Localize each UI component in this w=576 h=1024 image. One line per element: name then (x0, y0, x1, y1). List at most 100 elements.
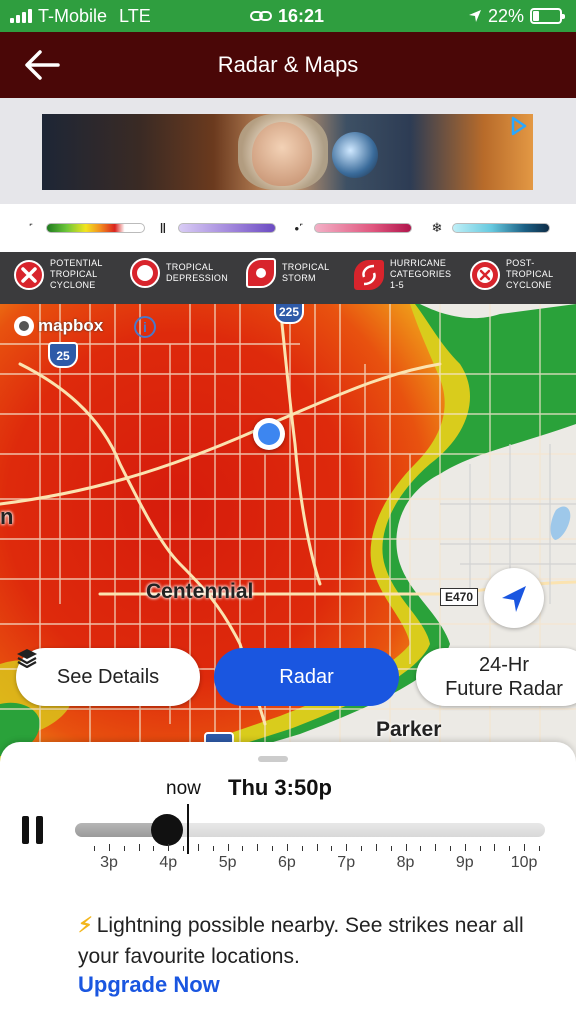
battery-percent: 22% (487, 5, 524, 26)
tropical-legend: POTENTIAL TROPICAL CYCLONE TROPICAL DEPR… (0, 252, 576, 304)
hour-label: 4p (159, 854, 178, 871)
location-arrow-icon (468, 10, 481, 22)
sleet-gradient (178, 223, 276, 233)
timeline-tick (435, 844, 437, 851)
interstate-225-shield: 225 (274, 304, 304, 324)
pause-button[interactable] (22, 816, 44, 844)
map-label-partial: n (0, 504, 14, 529)
mix-gradient (314, 223, 412, 233)
info-icon[interactable]: i (134, 316, 156, 338)
hour-label: 7p (337, 854, 356, 871)
hour-label: 6p (277, 854, 296, 871)
post-tropical-icon (470, 259, 500, 290)
timeline-tick (449, 846, 451, 851)
timeline-tick (538, 846, 540, 851)
timeline-tick (272, 846, 274, 851)
timeline-sheet: now Thu 3:50p 3p 4p 5p 6p 7p 8p 9p 10p ⚡︎ Lightn… (0, 742, 576, 1024)
interstate-25-shield: 25 (48, 342, 78, 368)
rain-icon: ˹ (28, 220, 34, 236)
timeline-tick (109, 844, 110, 851)
timeline-hours: 3p 4p 5p 6p 7p 8p 9p 10p (0, 854, 576, 878)
locate-me-button[interactable] (484, 568, 544, 628)
timeline-tick (257, 844, 259, 851)
hour-label: 9p (455, 854, 474, 871)
sleet-icon: Ⅱ (159, 219, 167, 236)
future-radar-label-2: Future Radar (445, 678, 563, 700)
app-header: Radar & Maps (0, 32, 576, 98)
legend-label: POST-TROPICAL CYCLONE (506, 258, 554, 290)
depression-icon (130, 258, 160, 288)
sheet-handle[interactable] (258, 756, 288, 762)
mapbox-icon (14, 316, 34, 336)
timeline-tick (346, 844, 348, 851)
timeline-tick (316, 844, 318, 851)
tropical-storm-icon (246, 258, 276, 288)
timeline-tick (123, 846, 125, 851)
map-label-centennial: Centennial (146, 580, 254, 603)
timeline-tick (390, 846, 392, 851)
map-label-parker: Parker (376, 718, 442, 741)
battery-icon (530, 8, 565, 24)
timeline-tick (464, 844, 466, 851)
hour-label: 10p (510, 854, 538, 871)
radar-map[interactable]: mapbox i 225 25 n Centennial Parker E470… (0, 304, 576, 764)
timeline-tick (494, 844, 496, 851)
legend-potential-cyclone: POTENTIAL TROPICAL CYCLONE (14, 258, 110, 291)
see-details-label: See Details (56, 665, 160, 688)
timeline-tick (138, 844, 140, 851)
mapbox-attribution: mapbox (14, 316, 103, 336)
carrier-label: T-Mobile (38, 5, 108, 26)
snow-legend: ❄ (430, 220, 550, 235)
current-time-label: Thu 3:50p (228, 775, 332, 800)
timeline-tick (168, 844, 170, 851)
timeline-tick (405, 844, 407, 851)
timeline-tick (286, 844, 288, 851)
timeline-tick (242, 846, 244, 851)
legend-label: HURRICANE CATEGORIES 1-5 (390, 258, 452, 290)
potential-cyclone-icon (14, 259, 44, 290)
rain-gradient (46, 223, 145, 233)
legend-hurricane: HURRICANE CATEGORIES 1-5 (354, 258, 452, 291)
clock: 16:21 (278, 5, 325, 26)
signal-icon (10, 9, 32, 23)
user-location-dot (253, 418, 285, 450)
see-details-button[interactable]: See Details (16, 648, 200, 706)
sleet-legend: Ⅱ (156, 219, 276, 236)
ad-area (0, 98, 576, 204)
timeline-tick (153, 846, 155, 851)
precipitation-legend: ˹ Ⅱ •˹ ❄ (0, 204, 576, 252)
timeline-tick (197, 844, 199, 851)
timeline-tick (183, 846, 185, 851)
link-icon (250, 11, 272, 21)
status-bar: T-Mobile LTE 16:21 22% (0, 0, 576, 32)
timeline-tick (331, 846, 333, 851)
lightning-icon: ⚡︎ (78, 914, 93, 937)
layers-icon (17, 649, 37, 668)
adchoices-icon[interactable] (509, 116, 529, 136)
timeline-tick (479, 846, 481, 851)
mix-icon: •˹ (294, 220, 304, 236)
legend-post-tropical: POST-TROPICAL CYCLONE (470, 258, 566, 291)
snow-gradient (452, 223, 550, 233)
radar-button[interactable]: Radar (214, 648, 399, 706)
timeline-tick (301, 846, 303, 851)
navigation-arrow-icon (502, 586, 526, 612)
legend-label: TROPICAL DEPRESSION (166, 262, 229, 283)
lightning-message: Lightning possible nearby. See strikes n… (78, 914, 524, 968)
page-title: Radar & Maps (217, 52, 359, 77)
timeline-tick (227, 844, 229, 851)
legend-depression: TROPICAL DEPRESSION (130, 258, 229, 288)
ad-banner[interactable] (42, 114, 533, 190)
timeline-tick (524, 844, 526, 851)
upgrade-now-link[interactable]: Upgrade Now (78, 972, 220, 998)
future-radar-button[interactable]: 24-Hr Future Radar (416, 648, 576, 706)
radar-label: Radar (279, 665, 334, 688)
hurricane-icon (354, 259, 384, 290)
legend-label: POTENTIAL TROPICAL CYCLONE (50, 258, 103, 290)
legend-label: TROPICAL STORM (282, 262, 330, 283)
timeline-tick (94, 846, 96, 851)
timeline-thumb[interactable] (151, 814, 183, 846)
hour-label: 3p (100, 854, 118, 871)
timeline-tick (420, 846, 422, 851)
snow-icon: ❄ (431, 220, 443, 235)
